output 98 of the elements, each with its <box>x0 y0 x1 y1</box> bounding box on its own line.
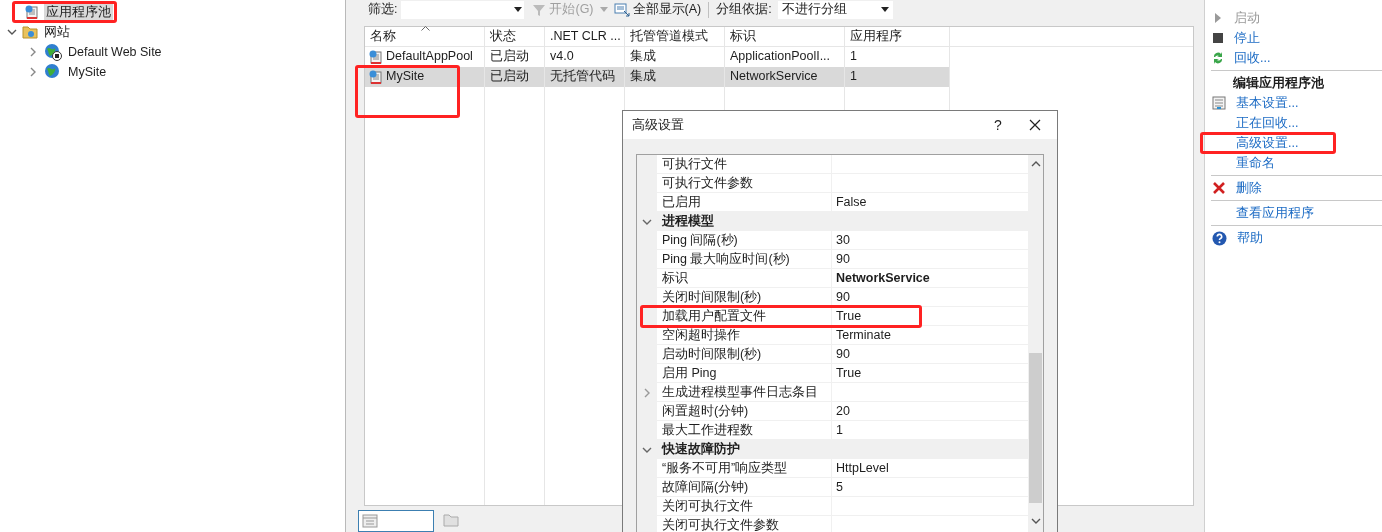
action-link[interactable]: 查看应用程序 <box>1236 203 1314 223</box>
view-tab[interactable] <box>358 510 434 532</box>
filter-label: 筛选: <box>368 1 398 19</box>
property-value[interactable]: NetworkService <box>835 270 930 286</box>
funnel-icon <box>532 2 547 17</box>
table-row[interactable]: DefaultAppPool 已启动 v4.0 集成 ApplicationPoolI... 1 <box>365 46 950 67</box>
table-row[interactable]: MySite 已启动 无托管代码 集成 NetworkService 1 <box>365 66 950 87</box>
column-header[interactable]: 状态 <box>485 26 545 46</box>
property-value[interactable]: 1 <box>835 422 843 438</box>
property-name[interactable]: 可执行文件 <box>661 156 727 172</box>
table-cell-text: v4.0 <box>550 48 574 66</box>
recycle-icon <box>1212 51 1224 65</box>
table-cell-text: ApplicationPoolI... <box>730 48 831 66</box>
column-header[interactable]: 名称 <box>365 26 485 46</box>
help-button[interactable]: ? <box>983 114 1013 136</box>
folder-icon <box>443 513 459 527</box>
table-cell-text: 集成 <box>630 48 656 66</box>
tree-item[interactable]: 网站 <box>42 22 72 42</box>
help-icon <box>1212 230 1227 246</box>
property-value[interactable]: 5 <box>835 479 843 495</box>
tree-item[interactable]: MySite <box>66 62 109 82</box>
property-name[interactable]: “服务不可用”响应类型 <box>661 460 788 476</box>
property-name[interactable]: 已启用 <box>661 194 701 210</box>
action-link[interactable]: 基本设置... <box>1236 93 1299 113</box>
tree-item[interactable]: Default Web Site <box>66 42 164 62</box>
group-by-label: 分组依据: <box>716 1 772 19</box>
dropdown-caret-icon <box>599 6 608 13</box>
property-value[interactable]: True <box>835 308 862 324</box>
action-link[interactable]: 高级设置... <box>1236 133 1299 153</box>
grid-icon <box>362 514 378 528</box>
table-cell-text: 集成 <box>630 68 656 86</box>
property-name[interactable]: Ping 间隔(秒) <box>661 232 738 248</box>
property-value[interactable]: 90 <box>835 251 850 267</box>
category-row[interactable]: 快速故障防护 <box>656 440 1029 459</box>
property-name[interactable]: 关闭可执行文件 <box>661 498 753 514</box>
dropdown-caret-icon <box>880 6 889 13</box>
show-all-icon <box>613 1 630 18</box>
table-cell-text: DefaultAppPool <box>386 48 473 66</box>
scroll-up-icon <box>1030 160 1041 168</box>
close-icon <box>1029 119 1041 131</box>
folder-icon <box>22 24 38 40</box>
column-header[interactable]: 应用程序 <box>845 26 950 46</box>
category-label: 进程模型 <box>661 213 714 231</box>
action-link[interactable]: 重命名 <box>1236 153 1275 173</box>
action-link[interactable]: 停止 <box>1234 28 1260 48</box>
app-pool-icon <box>368 68 384 85</box>
action-link[interactable]: 正在回收... <box>1236 113 1299 133</box>
globe-icon <box>44 63 62 81</box>
property-name[interactable]: 启动时间限制(秒) <box>661 346 762 362</box>
section-heading: 编辑应用程序池 <box>1232 74 1325 92</box>
action-link[interactable]: 帮助 <box>1237 228 1263 248</box>
delete-icon <box>1212 181 1226 195</box>
property-name[interactable]: 标识 <box>661 270 688 286</box>
table-cell-text: 已启动 <box>490 68 529 86</box>
scroll-down-icon <box>1030 517 1041 525</box>
table-cell-text: 已启动 <box>490 48 529 66</box>
table-cell-text: 1 <box>850 68 857 86</box>
property-name[interactable]: 空闲超时操作 <box>661 327 740 343</box>
property-name[interactable]: 生成进程模型事件日志条目 <box>661 384 818 400</box>
property-value[interactable]: False <box>835 194 867 210</box>
property-value[interactable]: True <box>835 365 862 381</box>
property-name[interactable]: 闲置超时(分钟) <box>661 403 749 419</box>
table-cell-text: 1 <box>850 48 857 66</box>
property-name[interactable]: 启用 Ping <box>661 365 717 381</box>
property-value[interactable]: 20 <box>835 403 850 419</box>
column-header[interactable]: .NET CLR ... <box>545 26 625 46</box>
property-value[interactable]: HttpLevel <box>835 460 889 476</box>
dropdown-caret-icon <box>514 6 523 13</box>
property-name[interactable]: 可执行文件参数 <box>661 175 753 191</box>
property-name[interactable]: 加载用户配置文件 <box>661 308 766 324</box>
action-link[interactable]: 回收... <box>1234 48 1271 68</box>
column-header[interactable]: 标识 <box>725 26 845 46</box>
property-name[interactable]: Ping 最大响应时间(秒) <box>661 251 790 267</box>
property-name[interactable]: 关闭可执行文件参数 <box>661 517 779 532</box>
property-name[interactable]: 关闭时间限制(秒) <box>661 289 762 305</box>
show-all-button[interactable]: 全部显示(A) <box>613 0 702 20</box>
form-icon <box>1212 96 1226 110</box>
filter-field[interactable] <box>401 0 525 19</box>
stop-icon <box>1212 32 1224 44</box>
table-cell-text: MySite <box>386 68 425 86</box>
table-cell-text: 无托管代码 <box>550 68 615 86</box>
property-value[interactable]: 90 <box>835 346 850 362</box>
scrollbar-thumb[interactable] <box>1029 353 1043 503</box>
app-pool-icon <box>24 4 40 20</box>
globe-icon <box>44 43 62 61</box>
property-name[interactable]: 最大工作进程数 <box>661 422 753 438</box>
dialog-title: 高级设置 <box>632 116 685 134</box>
app-pool-icon <box>368 48 384 65</box>
property-value[interactable]: 30 <box>835 232 850 248</box>
property-value[interactable]: Terminate <box>835 327 891 343</box>
column-header[interactable]: 托管管道模式 <box>625 26 725 46</box>
table-cell-text: NetworkService <box>730 68 818 86</box>
group-by-dropdown[interactable]: 不进行分组 <box>777 0 893 19</box>
property-value[interactable]: 90 <box>835 289 850 305</box>
category-label: 快速故障防护 <box>661 441 740 459</box>
property-name[interactable]: 故障间隔(分钟) <box>661 479 749 495</box>
category-row[interactable]: 进程模型 <box>656 212 1029 231</box>
action-link[interactable]: 删除 <box>1236 178 1262 198</box>
